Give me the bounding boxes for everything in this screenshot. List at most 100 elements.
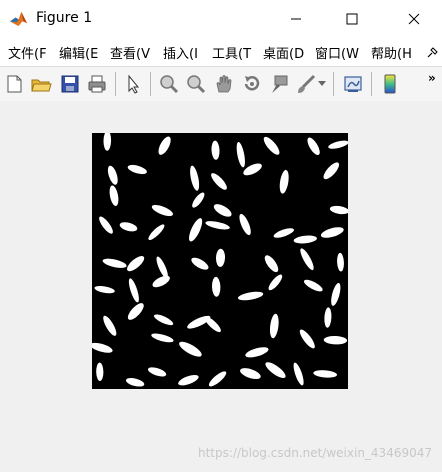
print-icon [88, 75, 106, 93]
menu-bar: 文件(F 编辑(E 查看(V 插入(I 工具(T 桌面(D 窗口(W 帮助(H [0, 38, 442, 66]
pin-icon[interactable] [427, 47, 438, 58]
rice-grain [279, 169, 289, 194]
close-icon [408, 13, 420, 25]
rotate-3d-button[interactable] [241, 73, 263, 95]
zoom-out-button[interactable] [185, 73, 207, 95]
rice-grain [90, 342, 113, 353]
brush-dropdown-icon[interactable] [318, 81, 326, 87]
rice-grain [337, 252, 344, 272]
rice-grain [147, 367, 167, 377]
pan-hand-icon [216, 75, 232, 93]
rice-grain [239, 213, 251, 236]
rice-grain [151, 204, 173, 217]
link-plot-button[interactable] [342, 73, 364, 95]
new-figure-button[interactable] [3, 73, 25, 95]
rice-grain [204, 316, 221, 333]
rice-grain [268, 274, 283, 291]
menu-file[interactable]: 文件(F [8, 43, 47, 62]
colorbar-button[interactable] [379, 73, 401, 95]
rice-grain [127, 256, 145, 272]
rice-grain [245, 347, 269, 358]
colorbar-icon [384, 74, 396, 94]
close-button[interactable] [386, 0, 442, 38]
minimize-icon [291, 18, 301, 20]
rice-grain [313, 370, 338, 378]
zoom-in-icon [160, 75, 179, 94]
rice-grain [237, 291, 264, 301]
rice-grain [153, 314, 174, 326]
rice-grain [243, 163, 262, 176]
rice-grain [158, 136, 171, 155]
menu-tools[interactable]: 工具(T [212, 43, 251, 62]
rice-grain [191, 257, 209, 270]
figure-toolbar: » [0, 66, 442, 102]
rice-grain [323, 162, 340, 180]
open-file-button[interactable] [30, 73, 52, 95]
rice-grain [151, 333, 174, 343]
rice-grain [273, 228, 294, 238]
rice-grain [190, 165, 200, 191]
rice-grain [269, 313, 279, 339]
maximize-button[interactable] [324, 0, 380, 38]
brush-button[interactable] [295, 73, 317, 95]
rice-grain [211, 276, 221, 297]
rice-grain [329, 205, 349, 215]
rice-grain [128, 278, 139, 303]
rice-grain [263, 136, 280, 155]
rice-grain [208, 371, 227, 387]
rice-grain [299, 329, 315, 349]
rice-grain [109, 185, 119, 206]
rice-grain [179, 341, 202, 357]
menu-view[interactable]: 查看(V [110, 43, 150, 62]
toolbar-separator [150, 72, 151, 96]
rice-grain [205, 221, 230, 230]
print-button[interactable] [86, 73, 108, 95]
rice-grain [331, 282, 341, 306]
menu-edit[interactable]: 编辑(E [59, 43, 98, 62]
save-icon [61, 75, 79, 93]
data-cursor-button[interactable] [268, 73, 290, 95]
rotate-3d-icon [244, 76, 260, 91]
toolbar-overflow-button[interactable]: » [428, 71, 436, 85]
rice-grain [211, 140, 220, 160]
watermark-text: https://blog.csdn.net/weixin_43469047 [197, 446, 432, 460]
rice-grain [211, 173, 227, 190]
rice-grain [264, 255, 279, 273]
rice-grain [293, 362, 304, 386]
rice-grains-image [90, 130, 349, 387]
rice-grain [265, 362, 286, 378]
rice-grain [213, 204, 232, 217]
toolbar-separator [115, 72, 116, 96]
rice-grain [96, 362, 104, 381]
rice-grain [324, 307, 332, 328]
rice-grain [103, 130, 112, 151]
menu-insert[interactable]: 插入(I [163, 43, 198, 62]
rice-grain [148, 224, 165, 240]
open-file-icon [31, 79, 52, 92]
rice-grain [303, 279, 323, 292]
rice-grain [236, 142, 245, 168]
minimize-button[interactable] [268, 0, 324, 38]
menu-desktop[interactable]: 桌面(D [263, 43, 304, 62]
rice-grain [102, 258, 127, 268]
title-bar: Figure 1 [0, 0, 442, 38]
rice-grain [103, 315, 117, 336]
rice-grain [94, 285, 115, 294]
save-button[interactable] [59, 73, 81, 95]
edit-plot-arrow-icon [128, 74, 140, 94]
rice-grain [307, 137, 320, 156]
rice-grain [293, 235, 317, 244]
zoom-in-button[interactable] [158, 73, 180, 95]
rice-grain [127, 164, 147, 175]
menu-window[interactable]: 窗口(W [315, 43, 359, 62]
pan-button[interactable] [213, 73, 235, 95]
rice-grain [127, 303, 144, 320]
edit-plot-button[interactable] [122, 73, 144, 95]
window-title: Figure 1 [36, 10, 93, 26]
new-figure-icon [7, 75, 22, 93]
menu-help[interactable]: 帮助(H [371, 43, 412, 62]
link-plot-icon [344, 76, 362, 92]
rice-grain [178, 374, 199, 386]
rice-grain [189, 218, 203, 242]
data-cursor-icon [272, 75, 288, 93]
